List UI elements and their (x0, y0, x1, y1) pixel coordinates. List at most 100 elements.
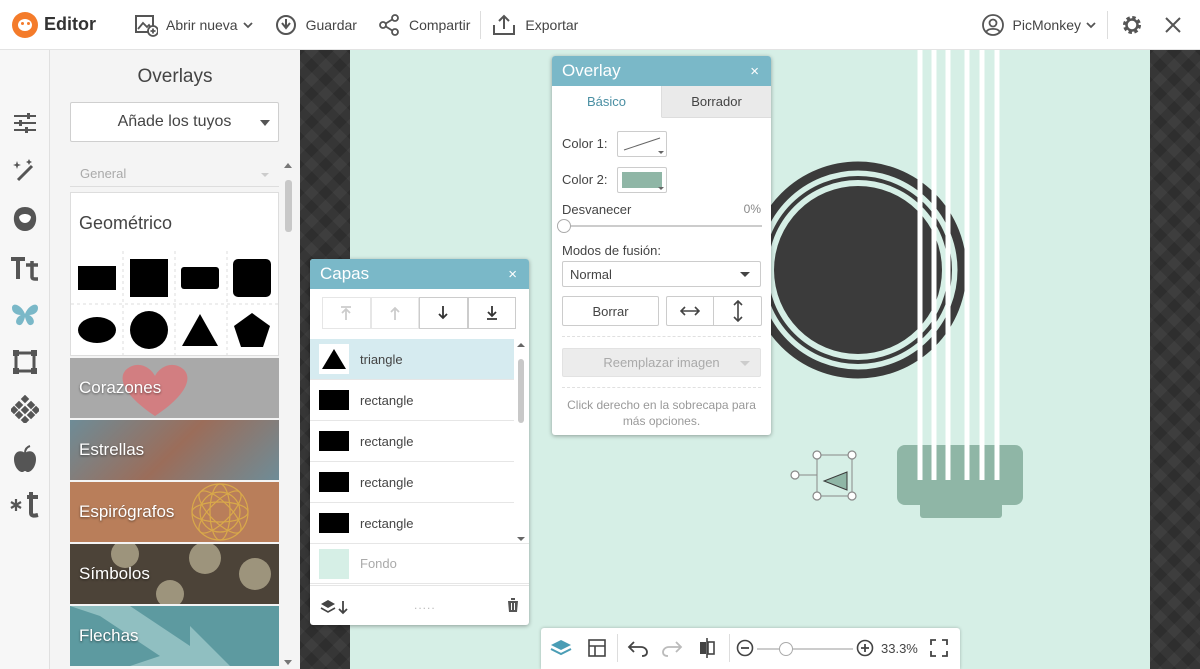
zoom-slider-thumb[interactable] (778, 642, 793, 656)
color2-label: Color 2: (562, 172, 608, 187)
rail-themes[interactable] (0, 487, 50, 523)
clear-button[interactable]: Borrar (562, 296, 659, 326)
layers-header[interactable]: Capas × (310, 259, 529, 289)
color2-swatch (622, 172, 662, 188)
trash-icon[interactable] (506, 597, 520, 613)
fade-slider-track[interactable] (557, 219, 762, 233)
zoom-out-button[interactable] (734, 636, 756, 660)
caret-down-icon (261, 173, 269, 177)
panel-title: Overlays (137, 66, 213, 87)
rail-effects[interactable] (0, 153, 50, 189)
zoom-in-icon (856, 639, 874, 657)
overlay-window[interactable]: Overlay × Básico Borrador Color 1: Color… (552, 56, 771, 435)
bring-to-front-button[interactable] (322, 297, 371, 329)
fit-to-screen-button[interactable] (928, 636, 950, 660)
close-overlay-button[interactable]: × (750, 63, 759, 80)
panel-scrollbar[interactable] (283, 160, 293, 665)
fade-slider-thumb[interactable] (557, 219, 571, 233)
layer-order-tools (322, 297, 516, 329)
rail-textures[interactable] (0, 391, 50, 427)
bring-to-front-icon (341, 306, 352, 320)
caret-down-icon (260, 120, 270, 126)
flip-horizontal-button[interactable] (667, 297, 715, 325)
category-arrows[interactable]: Flechas (70, 606, 279, 666)
add-your-own-button[interactable]: Añade los tuyos (70, 102, 279, 142)
layer-row-rectangle[interactable]: rectangle (310, 380, 514, 421)
gear-icon (1123, 15, 1141, 34)
bring-forward-button[interactable] (370, 297, 419, 329)
geometric-card[interactable]: Geométrico (70, 192, 280, 357)
layers-scrollbar[interactable] (515, 341, 527, 543)
chevron-down-icon (242, 21, 253, 28)
settings-button[interactable] (1108, 0, 1156, 50)
close-editor-button[interactable] (1156, 0, 1200, 50)
selected-triangle-overlay (790, 450, 857, 501)
account-label: PicMonkey (1012, 16, 1081, 33)
layers-toggle-button[interactable] (549, 636, 573, 660)
open-new-button[interactable]: Abrir nueva (124, 0, 264, 50)
layers-window[interactable]: Capas × triangle rectangle rectangle rectan… (310, 259, 529, 625)
export-button[interactable]: Exportar (481, 0, 588, 50)
layer-label: rectangle (360, 474, 414, 490)
replace-image-select[interactable]: Reemplazar imagen (562, 348, 761, 377)
rail-text[interactable] (0, 250, 50, 286)
rail-basic-edits[interactable] (0, 105, 50, 141)
blend-mode-select[interactable]: Normal (562, 261, 761, 287)
layer-stack-icon[interactable] (320, 598, 350, 616)
app-logo[interactable]: Editor (12, 11, 124, 38)
send-backward-button[interactable] (419, 297, 468, 329)
background-swatch (319, 548, 349, 579)
compare-button[interactable] (695, 636, 719, 660)
tab-eraser[interactable]: Borrador (662, 86, 771, 118)
flip-vertical-button[interactable] (714, 297, 761, 325)
layer-row-rectangle[interactable]: rectangle (310, 462, 514, 503)
category-symbols[interactable]: Símbolos (70, 544, 279, 604)
overlay-header[interactable]: Overlay × (552, 56, 771, 86)
tab-basic[interactable]: Básico (552, 86, 662, 118)
resize-handle[interactable]: ..... (414, 598, 436, 612)
category-label: Estrellas (79, 440, 145, 459)
rail-seasonal[interactable] (0, 441, 50, 477)
geometric-title: Geométrico (79, 213, 173, 233)
close-layers-button[interactable]: × (508, 266, 517, 283)
send-to-back-icon (486, 306, 497, 320)
account-menu[interactable]: PicMonkey (971, 0, 1107, 50)
layer-row-triangle[interactable]: triangle (310, 339, 514, 380)
rectangle-layer-thumbnail (319, 426, 349, 456)
share-label: Compartir (408, 16, 471, 33)
layer-label: rectangle (360, 392, 414, 408)
overlays-panel: Overlays Añade los tuyos General Geométr… (50, 50, 300, 669)
color2-picker[interactable] (617, 167, 667, 193)
grid-button[interactable] (585, 636, 609, 660)
color1-picker[interactable] (617, 131, 667, 157)
share-button[interactable]: Compartir (367, 0, 480, 50)
scroll-down-icon[interactable] (284, 660, 292, 665)
zoom-in-button[interactable] (854, 636, 876, 660)
divider (562, 336, 761, 337)
rail-frames[interactable] (0, 344, 50, 380)
layer-row-rectangle[interactable]: rectangle (310, 421, 514, 462)
category-label: Flechas (79, 626, 139, 645)
scroll-thumb[interactable] (285, 180, 292, 232)
category-spirographs[interactable]: Espirógrafos (70, 482, 279, 542)
butterfly-icon (12, 304, 38, 326)
undo-button[interactable] (625, 636, 651, 660)
category-filter-select[interactable]: General (70, 161, 279, 187)
zoom-out-icon (736, 639, 754, 657)
category-stars[interactable]: Estrellas (70, 420, 279, 480)
caret-down-icon (740, 361, 750, 366)
rail-overlays[interactable] (0, 297, 50, 333)
chevron-down-icon (1086, 21, 1096, 28)
app-title: Editor (44, 14, 96, 34)
blend-mode-value: Normal (570, 266, 612, 282)
redo-button[interactable] (659, 636, 685, 660)
undo-icon (627, 641, 648, 657)
send-to-back-button[interactable] (467, 297, 516, 329)
save-button[interactable]: Guardar (264, 0, 367, 50)
scroll-up-icon[interactable] (284, 163, 292, 168)
zoom-slider-track[interactable] (757, 642, 853, 656)
rail-touch-up[interactable] (0, 201, 50, 237)
category-hearts[interactable]: Corazones (70, 358, 279, 418)
background-layer[interactable]: Fondo (310, 543, 529, 584)
layer-row-rectangle[interactable]: rectangle (310, 503, 514, 544)
